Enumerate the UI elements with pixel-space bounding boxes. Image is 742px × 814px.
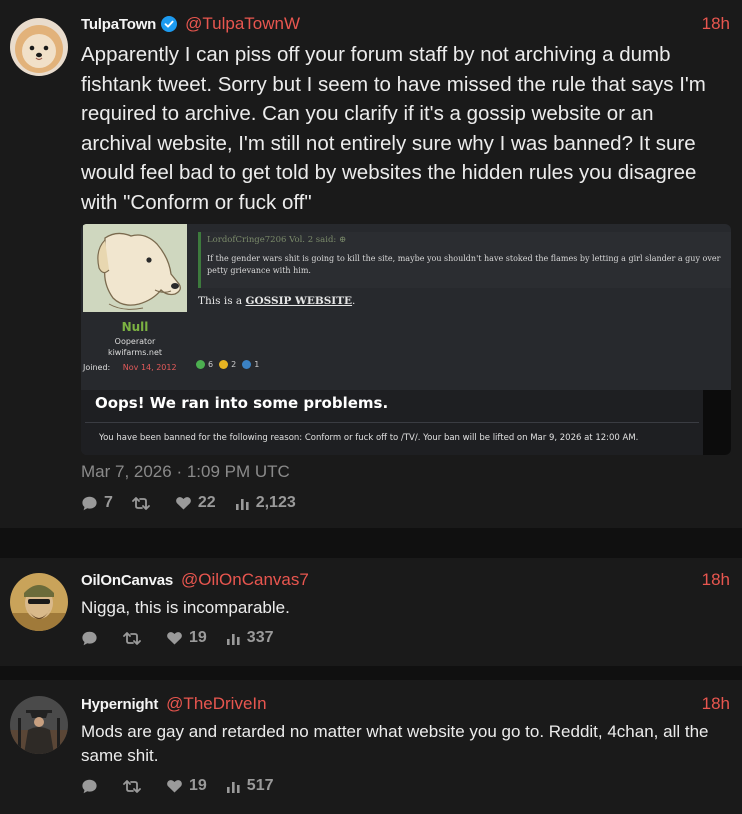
views-chart-icon <box>226 781 240 793</box>
author-name[interactable]: Hypernight <box>81 696 158 713</box>
error-divider <box>85 422 699 423</box>
divider <box>0 528 742 558</box>
error-title: Oops! We ran into some problems. <box>95 394 389 412</box>
reply-stat[interactable]: 7 <box>81 494 113 512</box>
comment-icon <box>82 631 97 645</box>
views-stat[interactable]: 517 <box>226 777 274 795</box>
reply-stat[interactable] <box>81 630 104 647</box>
views-stat[interactable]: 337 <box>226 629 274 647</box>
forum-joined-row: Joined: Nov 14, 2012 <box>83 363 177 372</box>
comment-icon <box>82 779 97 793</box>
retweet-stat[interactable] <box>123 778 147 795</box>
reaction-item: 1 <box>242 360 259 369</box>
divider <box>0 666 742 680</box>
reaction-icon <box>196 360 205 369</box>
error-panel: Oops! We ran into some problems. You hav… <box>81 390 703 455</box>
retweet-icon <box>132 496 150 510</box>
quote-body: If the gender wars shit is going to kill… <box>207 254 721 275</box>
views-chart-icon <box>226 633 240 645</box>
ban-message: You have been banned for the following r… <box>99 433 639 443</box>
tweet-header: TulpaTown @TulpaTownW 18h <box>81 13 730 35</box>
quote-author: LordofCringe7206 Vol. 2 said: ⊕ <box>207 235 347 245</box>
reply-tweet[interactable]: OilOnCanvas @OilOnCanvas7 18h Nigga, thi… <box>0 558 742 666</box>
reaction-item: 2 <box>219 360 236 369</box>
like-stat[interactable]: 19 <box>166 777 207 795</box>
tweet-header: OilOnCanvas @OilOnCanvas7 18h <box>81 569 730 591</box>
like-stat[interactable]: 22 <box>175 494 216 512</box>
forum-post-message: This is a GOSSIP WEBSITE. <box>198 295 355 307</box>
author-handle[interactable]: @TulpaTownW <box>185 14 300 34</box>
avatar[interactable] <box>10 18 68 76</box>
tweet-text: Nigga, this is incomparable. <box>81 598 290 617</box>
retweet-stat[interactable] <box>132 495 156 512</box>
reaction-count: 2 <box>231 360 237 369</box>
tweet-header: Hypernight @TheDriveIn 18h <box>81 693 730 715</box>
tweet-stats: 19 337 <box>81 629 293 647</box>
heart-icon <box>176 497 191 510</box>
image-edge-strip <box>703 390 731 455</box>
views-count: 517 <box>246 777 274 794</box>
main-tweet[interactable]: TulpaTown @TulpaTownW 18h Apparently I c… <box>0 0 742 528</box>
author-name[interactable]: TulpaTown <box>81 16 156 33</box>
retweet-icon <box>123 631 141 645</box>
reaction-icon <box>219 360 229 369</box>
reaction-icon <box>242 360 252 369</box>
reply-count: 7 <box>104 494 113 511</box>
comment-icon <box>82 496 97 510</box>
forum-user-title: Ooperator <box>114 337 156 346</box>
author-handle[interactable]: @TheDriveIn <box>166 694 266 714</box>
message-prefix: This is a <box>198 295 246 307</box>
tweet-stats: 7 22 2,123 <box>81 494 315 512</box>
reaction-count: 1 <box>254 360 260 369</box>
author-handle[interactable]: @OilOnCanvas7 <box>181 570 309 590</box>
forum-quote: LordofCringe7206 Vol. 2 said: ⊕ If the g… <box>198 232 731 288</box>
retweet-stat[interactable] <box>123 630 147 647</box>
like-count: 19 <box>189 629 207 646</box>
forum-reactions: 6 2 1 <box>196 360 259 369</box>
verified-badge-icon <box>161 16 178 32</box>
reply-tweet[interactable]: Hypernight @TheDriveIn 18h Mods are gay … <box>0 680 742 814</box>
forum-avatar-image <box>83 224 187 312</box>
tweet-text: Mods are gay and retarded no matter what… <box>81 722 709 765</box>
like-count: 22 <box>197 494 216 511</box>
retweet-icon <box>123 779 141 793</box>
tweet-time[interactable]: 18h <box>702 14 730 34</box>
tweet-time[interactable]: 18h <box>702 570 730 590</box>
tweet-stats: 19 517 <box>81 777 293 795</box>
author-name[interactable]: OilOnCanvas <box>81 572 173 589</box>
views-stat[interactable]: 2,123 <box>235 494 296 512</box>
heart-icon <box>167 780 182 793</box>
reaction-count: 6 <box>208 360 214 369</box>
tweet-time[interactable]: 18h <box>702 694 730 714</box>
message-emphasis: GOSSIP WEBSITE <box>245 295 353 307</box>
message-suffix: . <box>352 295 356 307</box>
forum-username: Null <box>121 320 149 334</box>
joined-label: Joined: <box>83 363 111 372</box>
tweet-text: Apparently I can piss off your forum sta… <box>81 43 706 214</box>
forum-user-site: kiwifarms.net <box>107 348 163 357</box>
avatar[interactable] <box>10 573 68 631</box>
attached-image[interactable]: Null Ooperator kiwifarms.net Joined: Nov… <box>81 224 731 455</box>
avatar[interactable] <box>10 696 68 754</box>
like-count: 19 <box>189 777 207 794</box>
views-count: 337 <box>246 629 274 646</box>
joined-date: Nov 14, 2012 <box>122 363 177 372</box>
views-count: 2,123 <box>255 494 296 511</box>
reply-stat[interactable] <box>81 778 104 795</box>
reaction-item: 6 <box>196 360 213 369</box>
like-stat[interactable]: 19 <box>166 629 207 647</box>
views-chart-icon <box>235 498 249 510</box>
tweet-date[interactable]: Mar 7, 2026 · 1:09 PM UTC <box>81 462 290 482</box>
heart-icon <box>167 632 182 645</box>
